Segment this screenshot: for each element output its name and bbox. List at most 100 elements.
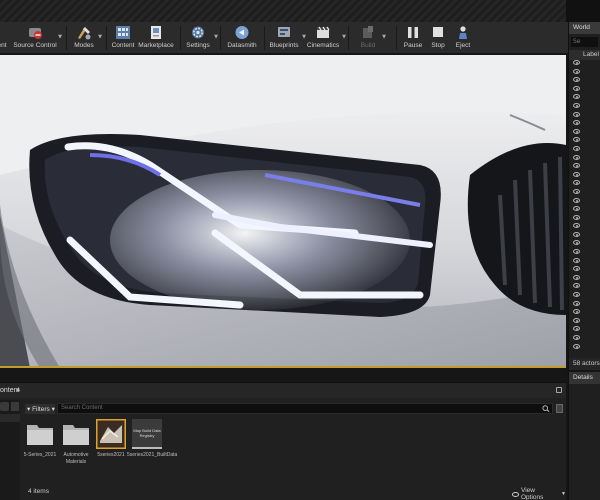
- eye-icon[interactable]: [573, 300, 580, 306]
- eye-icon[interactable]: [573, 77, 580, 83]
- eye-icon[interactable]: [573, 163, 580, 169]
- eye-icon[interactable]: [573, 120, 580, 126]
- details-panel: Details: [568, 372, 600, 500]
- toolbar-label: Pause: [403, 42, 423, 49]
- stop-button[interactable]: Stop: [428, 22, 448, 54]
- level-viewport[interactable]: [0, 55, 566, 368]
- blueprints-button[interactable]: Blueprints ▼: [268, 22, 306, 54]
- asset-name: 5series2021_BuiltData: [127, 452, 178, 458]
- eye-icon[interactable]: [573, 292, 580, 298]
- eye-icon[interactable]: [573, 206, 580, 212]
- eye-icon[interactable]: [573, 111, 580, 117]
- content-search-input[interactable]: Search Content: [57, 403, 553, 414]
- eye-icon[interactable]: [573, 68, 580, 74]
- search-icon[interactable]: [542, 405, 550, 412]
- content-icon: [114, 24, 132, 40]
- marketplace-button[interactable]: Marketplace: [138, 22, 174, 54]
- asset-name: 5-Series_2021: [23, 452, 57, 458]
- folder-icon: [27, 425, 53, 445]
- chevron-right-icon[interactable]: ▸: [17, 386, 21, 394]
- eye-icon[interactable]: [573, 326, 580, 332]
- eye-icon[interactable]: [573, 343, 580, 349]
- map-build-data-thumbnail: Map Build Data Registry: [132, 419, 162, 449]
- eye-icon[interactable]: [573, 180, 580, 186]
- outliner-search-input[interactable]: Se: [571, 37, 598, 47]
- outliner-label-column[interactable]: Label: [569, 50, 600, 60]
- car-headlight-render: [0, 55, 566, 366]
- toolbar-label: Cinematics: [306, 42, 340, 49]
- eye-icon[interactable]: [573, 137, 580, 143]
- chevron-down-icon[interactable]: ▼: [342, 34, 346, 40]
- lock-icon[interactable]: [556, 387, 562, 393]
- toolbar-label: Content: [111, 42, 135, 49]
- asset-folder[interactable]: 5-Series_2021: [23, 419, 57, 459]
- settings-button[interactable]: Settings ▼: [184, 22, 218, 54]
- build-icon: [359, 24, 377, 40]
- collections-icon[interactable]: [11, 402, 19, 411]
- asset-level[interactable]: 5series2021: [94, 419, 128, 459]
- sources-list[interactable]: [0, 414, 20, 422]
- eye-icon[interactable]: [573, 283, 580, 289]
- pause-icon: [404, 24, 422, 40]
- eye-icon[interactable]: [573, 128, 580, 134]
- content-browser-tab[interactable]: ontent ▸: [0, 382, 566, 398]
- eye-icon[interactable]: [573, 197, 580, 203]
- gear-icon: [189, 24, 207, 40]
- modes-button[interactable]: Modes ▼: [72, 22, 102, 54]
- datasmith-button[interactable]: Datasmith: [226, 22, 258, 54]
- search-placeholder: Search Content: [61, 405, 103, 411]
- cinematics-button[interactable]: Cinematics ▼: [306, 22, 346, 54]
- eye-icon[interactable]: [573, 266, 580, 272]
- eye-icon[interactable]: [573, 274, 580, 280]
- asset-folder[interactable]: Automotive Materials: [59, 419, 93, 465]
- save-all-icon[interactable]: [556, 404, 563, 413]
- eye-icon[interactable]: [573, 94, 580, 100]
- stop-icon: [429, 24, 447, 40]
- eye-icon[interactable]: [573, 257, 580, 263]
- world-outliner-tab[interactable]: World: [569, 22, 600, 34]
- eye-icon[interactable]: [573, 214, 580, 220]
- toolbar-label: Build: [360, 42, 376, 49]
- eye-icon[interactable]: [573, 171, 580, 177]
- eye-icon[interactable]: [573, 154, 580, 160]
- source-control-button[interactable]: Source Control ▼: [13, 22, 62, 54]
- asset-name: 5series2021: [97, 452, 125, 458]
- eye-icon[interactable]: [573, 231, 580, 237]
- filter-icon: ▾: [27, 406, 31, 413]
- eye-icon[interactable]: [573, 145, 580, 151]
- eye-icon[interactable]: [573, 335, 580, 340]
- eye-icon[interactable]: [573, 249, 580, 255]
- eye-icon[interactable]: [573, 188, 580, 194]
- eye-icon[interactable]: [573, 223, 580, 229]
- details-tab-label: Details: [573, 374, 593, 381]
- chevron-down-icon[interactable]: ▼: [214, 34, 218, 40]
- filters-button[interactable]: ▾ Filters ▾: [25, 404, 55, 414]
- eye-icon[interactable]: [573, 317, 580, 323]
- eject-button[interactable]: Eject: [452, 22, 474, 54]
- search-icon[interactable]: [0, 402, 9, 411]
- view-options-button[interactable]: View Options ▼: [512, 487, 566, 500]
- eye-icon[interactable]: [573, 309, 580, 315]
- eye-icon[interactable]: [573, 60, 580, 65]
- eye-icon[interactable]: [573, 240, 580, 246]
- chevron-down-icon[interactable]: ▼: [382, 34, 386, 40]
- eye-icon[interactable]: [573, 85, 580, 91]
- asset-map-build-data[interactable]: Map Build Data Registry 5series2021_Buil…: [127, 419, 178, 459]
- modes-icon: [75, 24, 93, 40]
- title-bar: [0, 0, 600, 22]
- chevron-down-icon[interactable]: ▼: [58, 34, 62, 40]
- source-control-icon: [26, 24, 44, 40]
- details-tab[interactable]: Details: [569, 372, 600, 384]
- blueprints-icon: [275, 24, 293, 40]
- toolbar-label: Datasmith: [227, 42, 257, 49]
- datasmith-icon: [233, 24, 251, 40]
- eye-icon[interactable]: [573, 102, 580, 108]
- build-button[interactable]: Build ▼: [356, 22, 386, 54]
- chevron-down-icon[interactable]: ▼: [98, 34, 102, 40]
- actor-count: 58 actors: [569, 358, 600, 370]
- content-button[interactable]: Content: [110, 22, 136, 54]
- toolbar-current-level-button[interactable]: ent: [0, 22, 12, 54]
- filters-label: Filters: [32, 406, 50, 413]
- world-outliner-panel: World Se Label 58 actors: [568, 22, 600, 370]
- pause-button[interactable]: Pause: [402, 22, 424, 54]
